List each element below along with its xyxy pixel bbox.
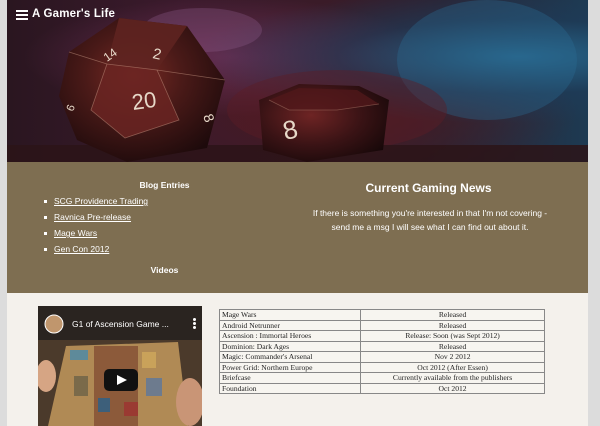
release-status-cell: Currently available from the publishers — [360, 372, 545, 384]
table-row: Ascension : Immortal Heroes Release: Soon… — [218, 330, 545, 342]
list-item: Gen Con 2012 — [43, 244, 148, 260]
game-name-cell: Power Grid: Northern Europe — [218, 361, 362, 373]
release-status-cell: Release: Soon (was Sept 2012) — [360, 330, 545, 342]
dice-image: 20 2 8 14 6 8 — [7, 0, 588, 162]
table-row: Foundation Oct 2012 — [218, 382, 545, 394]
game-name-cell: Foundation — [218, 382, 362, 394]
blog-link[interactable]: Mage Wars — [54, 228, 97, 238]
game-name-cell: Briefcase — [218, 372, 362, 384]
table-row: Dominion: Dark Ages Released — [218, 340, 545, 352]
release-status-cell: Released — [360, 309, 545, 321]
blog-entries-heading: Blog Entries — [139, 180, 190, 190]
list-item: Mage Wars — [43, 228, 148, 244]
table-row: Power Grid: Northern Europe Oct 2012 (Aft… — [218, 361, 545, 373]
release-status-cell: Oct 2012 — [360, 382, 545, 394]
play-icon[interactable] — [104, 369, 138, 391]
site-title[interactable]: A Gamer's Life — [32, 8, 115, 20]
release-status-cell: Released — [360, 340, 545, 352]
video-player[interactable]: G1 of Ascension Game ... — [38, 306, 202, 426]
more-options-icon[interactable] — [193, 318, 196, 330]
die-number: 20 — [130, 87, 158, 115]
info-section: Blog Entries SCG Providence Trading Ravn… — [7, 162, 588, 293]
blog-link[interactable]: Gen Con 2012 — [54, 244, 109, 254]
news-text: If there is something you're interested … — [312, 208, 548, 232]
hero-banner: 20 2 8 14 6 8 A Gamer's Life — [7, 0, 588, 162]
table-row: Magic: Commander's Arsenal Nov 2 2012 — [218, 351, 545, 363]
release-status-cell: Released — [360, 319, 545, 331]
game-name-cell: Magic: Commander's Arsenal — [218, 351, 362, 363]
release-table: Mage Wars Released Android Netrunner Releas… — [218, 309, 545, 394]
game-name-cell: Ascension : Immortal Heroes — [218, 330, 362, 342]
video-title[interactable]: G1 of Ascension Game ... — [72, 319, 169, 329]
table-row: Mage Wars Released — [218, 309, 545, 321]
blog-link[interactable]: Ravnica Pre-release — [54, 212, 131, 222]
table-row: Briefcase Currently available from the pu… — [218, 372, 545, 384]
news-heading: Current Gaming News — [365, 181, 492, 195]
list-item: Ravnica Pre-release — [43, 212, 148, 228]
page: 20 2 8 14 6 8 A Gamer's Life Blog Entrie… — [7, 0, 588, 426]
videos-heading: Videos — [150, 265, 179, 275]
table-row: Android Netrunner Released — [218, 319, 545, 331]
blog-entries-list: SCG Providence Trading Ravnica Pre-relea… — [43, 196, 148, 260]
release-status-cell: Nov 2 2012 — [360, 351, 545, 363]
game-name-cell: Mage Wars — [218, 309, 362, 321]
release-status-cell: Oct 2012 (After Essen) — [360, 361, 545, 373]
blog-link[interactable]: SCG Providence Trading — [54, 196, 148, 206]
hamburger-menu-icon[interactable] — [16, 10, 28, 20]
game-name-cell: Android Netrunner — [218, 319, 362, 331]
list-item: SCG Providence Trading — [43, 196, 148, 212]
game-name-cell: Dominion: Dark Ages — [218, 340, 362, 352]
